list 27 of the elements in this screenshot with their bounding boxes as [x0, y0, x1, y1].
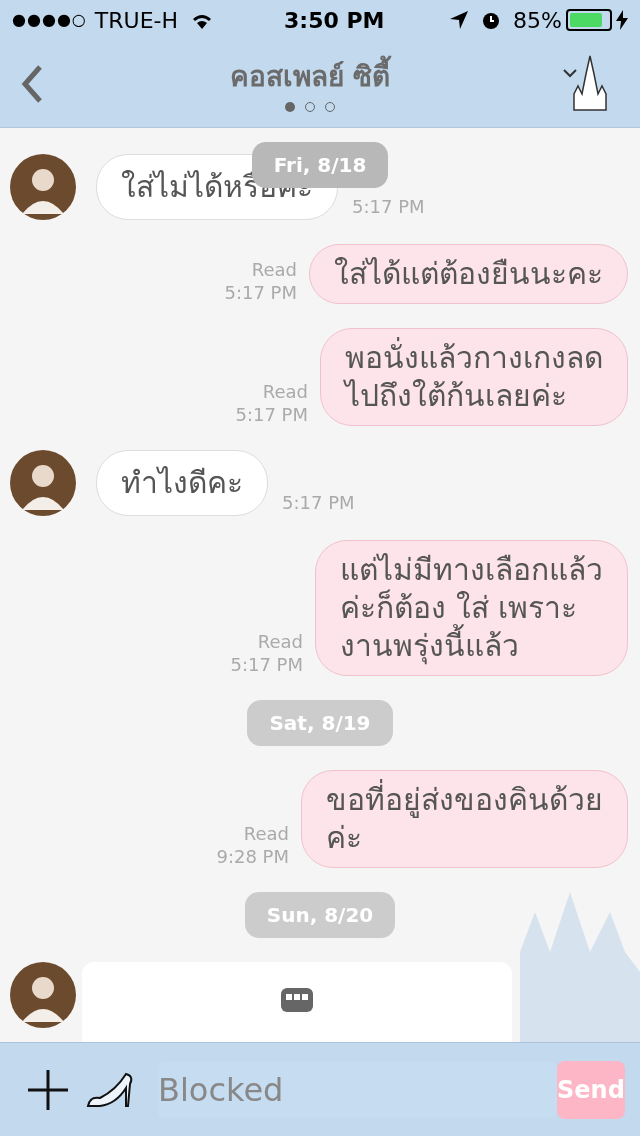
message-time: 5:17 PM — [230, 653, 303, 676]
message-time: 5:17 PM — [282, 491, 355, 515]
avatar-icon — [10, 450, 76, 516]
charging-bolt-icon — [616, 10, 628, 30]
message-time: 5:17 PM — [224, 281, 297, 304]
avatar-icon — [10, 962, 76, 1028]
read-receipt: Read — [257, 630, 303, 653]
avatar-icon — [10, 154, 76, 220]
chat-title: คอสเพลย์ ซิตี้ — [229, 55, 391, 98]
carrier-name: TRUE-H — [94, 6, 179, 35]
message-time: 5:17 PM — [235, 403, 308, 426]
signal-strength: ●●●●○ — [12, 9, 87, 31]
outgoing-message: ขอที่อยู่ส่งของคินด้วย ค่ะ — [301, 770, 628, 868]
message-time: 5:17 PM — [352, 195, 425, 219]
battery-percent: 85% — [513, 6, 562, 35]
location-arrow-icon — [449, 10, 470, 30]
outgoing-message: พอนั่งแล้วกางเกงลด ไปถึงใต้ก้นเลยค่ะ — [320, 328, 628, 426]
clock-time: 3:50 PM — [284, 6, 385, 35]
read-receipt: Read — [251, 258, 297, 281]
read-receipt: Read — [243, 822, 289, 845]
alarm-clock-icon — [481, 10, 502, 30]
outgoing-message: ใส่ได้แต่ต้องยืนนะคะ — [309, 244, 628, 304]
read-receipt: Read — [262, 380, 308, 403]
incoming-message: ทำไงดีคะ — [96, 450, 268, 516]
battery-icon — [566, 9, 612, 31]
outgoing-message: แต่ไม่มีทางเลือกแล้ว ค่ะก็ต้อง ใส่ เพราะ งานพรุ่งนี้แล้ว — [315, 540, 628, 676]
message-time: 9:28 PM — [216, 845, 289, 868]
